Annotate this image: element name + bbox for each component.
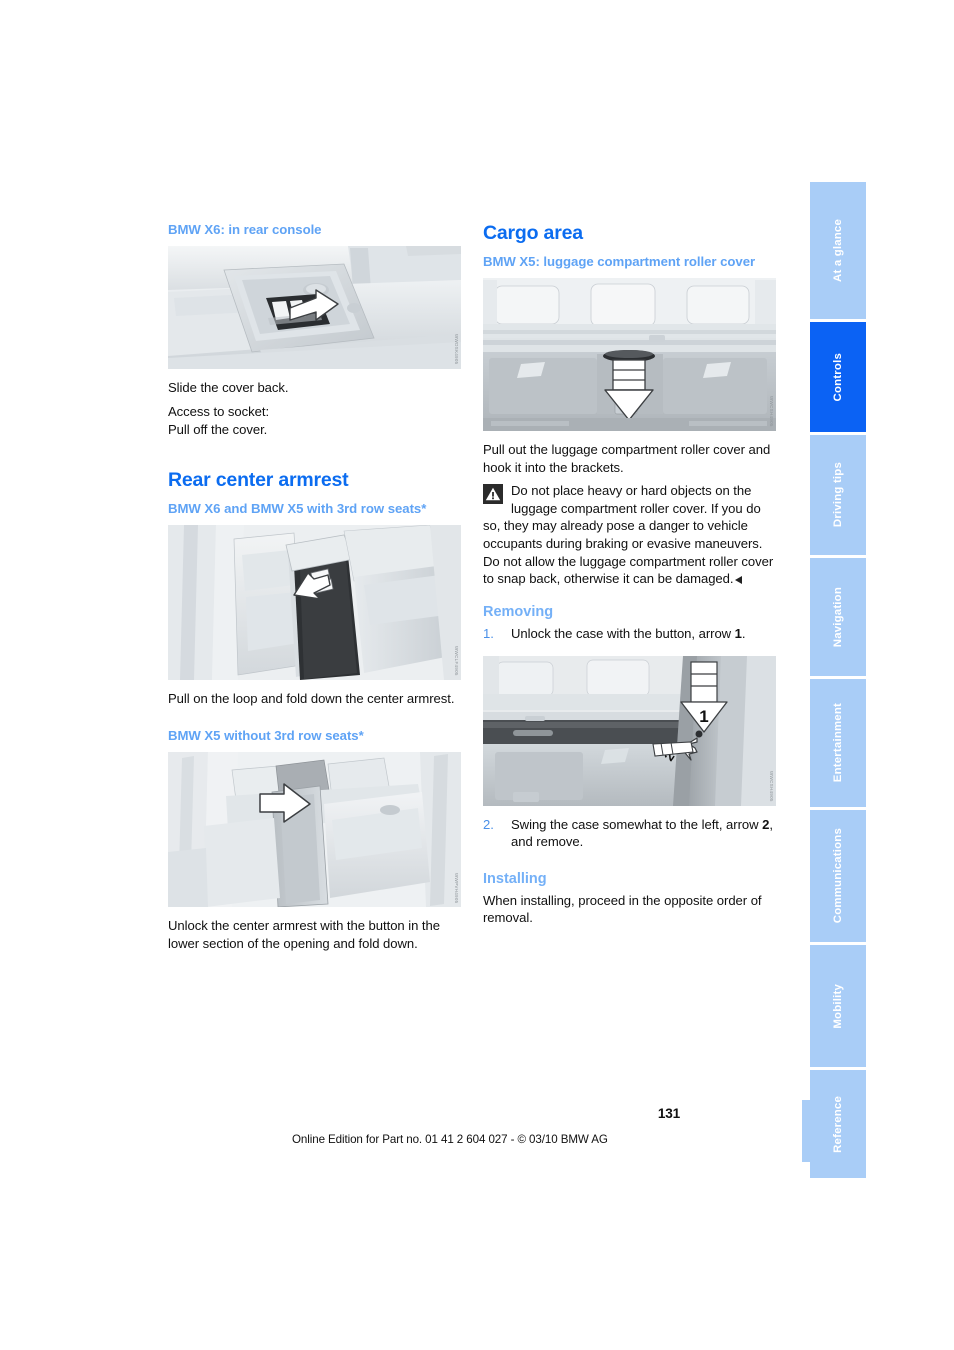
heading-x5-without-3rd-row-seats: BMW X5 without 3rd row seats* [168,728,364,744]
roller-cover-removal-illustration: 1 2 [483,655,776,806]
list-item: 2. Swing the case somewhat to the left, … [483,816,776,851]
text-pull-on-loop: Pull on the loop and fold down the cente… [168,690,455,706]
page-number: 131 [657,1106,680,1121]
rear-console-socket-photo: WWDSK4905 [168,245,461,369]
text-pull-out-roller-cover: Pull out the luggage compartment roller … [483,441,771,475]
warning-end-marker [735,576,743,585]
warning-triangle-icon [483,484,503,505]
removing-steps-list-part2: 2. Swing the case somewhat to the left, … [483,816,776,851]
tab-driving-tips[interactable]: Driving tips [810,435,866,555]
heading-rear-center-armrest: Rear center armrest [168,468,349,491]
heading-luggage-roller-cover: BMW X5: luggage compartment roller cover [483,254,756,269]
heading-removing: Removing [483,603,554,620]
luggage-roller-cover-illustration [483,277,776,431]
tab-label: Controls [832,352,844,402]
tab-communications[interactable]: Communications [810,810,866,942]
figure-watermark: WWDSK4905 [454,334,459,365]
list-number: 2. [483,816,494,832]
tab-label: At a glance [832,219,844,282]
figure-watermark: WWCLF4905 [454,645,459,676]
tab-label: Communications [832,828,844,924]
heading-cargo-area: Cargo area [483,222,583,244]
list-text: Unlock the case with the button, arrow 1… [511,625,746,641]
tab-reference[interactable]: Reference [810,1070,866,1178]
figure-watermark: WWPVH4905 [454,872,459,904]
tab-label: Mobility [832,983,844,1029]
rear-armrest-loop-photo: WWCLF4905 [168,524,461,680]
rear-armrest-loop-illustration [168,524,461,680]
text-installing-instruction: When installing, proceed in the opposite… [483,892,762,926]
figure-watermark: WWCSH4905 [769,770,774,802]
list-item: 1. Unlock the case with the button, arro… [483,625,776,643]
roller-cover-removal-photo: 1 2 WWCSH4905 [483,655,776,806]
luggage-roller-cover-photo: WWCSH4905 [483,277,776,431]
list-text: Swing the case somewhat to the left, arr… [511,816,773,850]
text-slide-cover-back: Slide the cover back. [168,379,289,395]
heading-bmw-x6-rear-console: BMW X6: in rear console [168,222,322,237]
rear-console-socket-illustration [168,245,461,369]
chapter-tab-rail: At a glance Controls Driving tips Naviga… [810,182,866,1178]
tab-mobility[interactable]: Mobility [810,945,866,1067]
text-unlock-center-armrest: Unlock the center armrest with the butto… [168,918,440,951]
warning-text-secondary-body: Do not allow the luggage compartment rol… [483,553,774,587]
arrow-label-1: 1 [699,707,708,726]
text-access-to-socket: Access to socket: [168,403,270,419]
rear-armrest-button-illustration [168,752,461,908]
heading-x6-and-x5-with-3rd-row-seats: BMW X6 and BMW X5 with 3rd row seats* [168,500,427,516]
heading-installing: Installing [483,870,547,887]
rear-armrest-button-photo: WWPVH4905 [168,752,461,908]
removing-steps-list-part1: 1. Unlock the case with the button, arro… [483,625,776,643]
tab-label: Entertainment [832,703,844,783]
tab-label: Navigation [832,586,844,648]
text-pull-off-cover: Pull off the cover. [168,422,268,438]
manual-page: BMW X6: in rear console WWDSK4905 Slide … [0,0,954,1350]
list-number: 1. [483,625,494,641]
warning-block: Do not place heavy or hard objects on th… [483,482,776,588]
right-text-column: Cargo area BMW X5: luggage compartment r… [483,222,776,927]
tab-controls[interactable]: Controls [810,322,866,432]
tab-navigation[interactable]: Navigation [810,558,866,676]
footer-tab-marker [802,1100,811,1162]
tab-entertainment[interactable]: Entertainment [810,679,866,807]
warning-text-primary: Do not place heavy or hard objects on th… [483,483,763,551]
edition-note: Online Edition for Part no. 01 41 2 604 … [292,1133,608,1146]
tab-at-a-glance[interactable]: At a glance [810,182,866,319]
figure-watermark: WWCSH4905 [769,396,774,427]
warning-text-secondary: Do not allow the luggage compartment rol… [483,553,776,588]
tab-label: Reference [832,1095,844,1153]
tab-label: Driving tips [832,462,844,528]
left-text-column: BMW X6: in rear console WWDSK4905 Slide … [168,222,461,952]
